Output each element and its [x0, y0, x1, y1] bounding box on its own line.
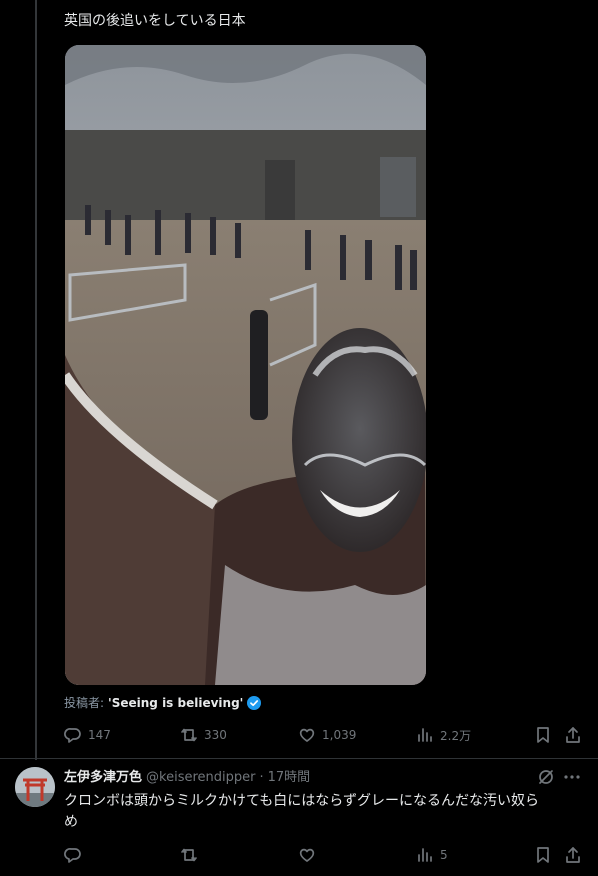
retweet-icon	[181, 728, 197, 742]
views-icon	[418, 728, 432, 742]
grok-icon[interactable]	[537, 768, 555, 786]
reply-like-button[interactable]	[298, 845, 316, 865]
reply-timestamp[interactable]: 17時間	[268, 769, 311, 787]
retweet-icon	[181, 848, 197, 862]
grok-icon-graphic	[539, 770, 553, 784]
heart-icon	[299, 728, 315, 742]
more-icon[interactable]	[563, 768, 581, 786]
bookmark-button[interactable]	[534, 725, 552, 745]
like-button[interactable]: 1,039	[298, 725, 356, 745]
reply-header: 左伊多津万色 @keiserendipper · 17時間	[64, 769, 310, 787]
like-count: 1,039	[322, 728, 357, 742]
verified-badge-icon	[247, 696, 262, 710]
thread-connector-line	[35, 0, 37, 760]
reply-handle[interactable]: @keiserendipper	[146, 769, 255, 787]
attribution-name[interactable]: 'Seeing is believing'	[108, 695, 243, 711]
reply-icon	[64, 848, 81, 863]
tweet-action-bar: 147 330 1,039 2.2万	[64, 725, 584, 745]
views-count: 2.2万	[440, 728, 472, 743]
reply-views-button[interactable]: 5	[416, 845, 448, 865]
share-button[interactable]	[564, 725, 582, 745]
separator-dot: ·	[259, 770, 264, 785]
reply-reply-button[interactable]	[64, 845, 82, 865]
retweet-count: 330	[204, 728, 227, 742]
bookmark-icon	[537, 727, 549, 743]
tweet-text: 英国の後追いをしている日本	[64, 13, 246, 29]
tweet-divider	[0, 758, 598, 759]
views-icon	[418, 848, 432, 862]
avatar[interactable]	[15, 767, 55, 807]
reply-text: クロンボは頭からミルクかけても白にはならずグレーになるんだな汚い奴らめ	[64, 793, 540, 830]
more-dots-icon	[564, 775, 580, 779]
retweet-button[interactable]: 330	[180, 725, 227, 745]
heart-icon	[299, 848, 315, 862]
tweet-media-video[interactable]	[65, 45, 426, 685]
reply-count: 147	[88, 728, 111, 742]
video-still-image	[65, 45, 426, 685]
reply-views-count: 5	[440, 848, 448, 862]
share-icon	[566, 847, 580, 863]
share-icon	[566, 727, 580, 743]
reply-button[interactable]: 147	[64, 725, 111, 745]
avatar-image	[15, 767, 55, 807]
attribution-line: 投稿者: 'Seeing is believing'	[64, 695, 262, 711]
bookmark-icon	[537, 847, 549, 863]
reply-icon	[64, 728, 81, 743]
reply-action-bar: 5	[64, 845, 584, 865]
attribution-prefix: 投稿者:	[64, 696, 105, 710]
reply-bookmark-button[interactable]	[534, 845, 552, 865]
views-button[interactable]: 2.2万	[416, 725, 471, 745]
reply-share-button[interactable]	[564, 845, 582, 865]
reply-retweet-button[interactable]	[180, 845, 198, 865]
reply-display-name[interactable]: 左伊多津万色	[64, 769, 142, 787]
